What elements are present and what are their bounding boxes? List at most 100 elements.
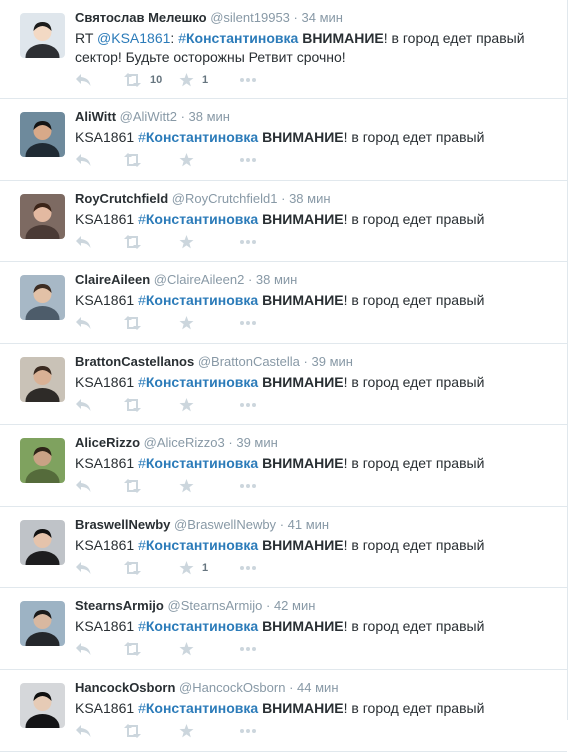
- more-button[interactable]: [239, 395, 257, 415]
- avatar[interactable]: [20, 683, 65, 728]
- tweet-timestamp[interactable]: 39 мин: [236, 435, 277, 450]
- reply-icon: [76, 725, 91, 737]
- tweet-hashtag-link[interactable]: #Константиновка: [138, 618, 258, 634]
- tweet-username[interactable]: @AliceRizzo3: [144, 435, 225, 450]
- reply-button[interactable]: [75, 232, 92, 252]
- tweet-username[interactable]: @RoyCrutchfield1: [172, 191, 278, 206]
- tweet-fullname[interactable]: AliWitt: [75, 109, 116, 124]
- favorite-button[interactable]: 1: [179, 70, 208, 90]
- retweet-button[interactable]: [123, 150, 150, 170]
- more-icon: [240, 403, 256, 407]
- tweet-text: KSA1861 #Константиновка ВНИМАНИЕ! в горо…: [75, 617, 559, 636]
- tweet-3[interactable]: RoyCrutchfield @RoyCrutchfield1 · 38 мин…: [0, 181, 567, 262]
- tweet-hashtag-symbol: #: [138, 455, 146, 471]
- favorite-button[interactable]: [179, 395, 202, 415]
- tweet-hashtag-link[interactable]: #Константиновка: [138, 700, 258, 716]
- favorite-button[interactable]: [179, 150, 202, 170]
- avatar[interactable]: [20, 601, 65, 646]
- tweet-6[interactable]: AliceRizzo @AliceRizzo3 · 39 мин KSA1861…: [0, 425, 567, 507]
- tweet-username[interactable]: @StearnsArmijo: [168, 598, 263, 613]
- tweet-hashtag-link[interactable]: #Константиновка: [138, 537, 258, 553]
- tweet-timestamp[interactable]: 42 мин: [274, 598, 315, 613]
- avatar[interactable]: [20, 438, 65, 483]
- more-button[interactable]: [239, 476, 257, 496]
- tweet-1[interactable]: Святослав Мелешко @silent19953 · 34 мин …: [0, 0, 567, 99]
- retweet-button[interactable]: [123, 558, 150, 578]
- retweet-icon: [124, 235, 141, 249]
- reply-button[interactable]: [75, 639, 92, 659]
- more-button[interactable]: [239, 721, 257, 741]
- tweet-4[interactable]: ClaireAileen @ClaireAileen2 · 38 мин KSA…: [0, 262, 567, 344]
- more-button[interactable]: [239, 558, 257, 578]
- more-button[interactable]: [239, 232, 257, 252]
- tweet-text: KSA1861 #Константиновка ВНИМАНИЕ! в горо…: [75, 699, 559, 718]
- retweet-button[interactable]: [123, 313, 150, 333]
- tweet-hashtag-symbol: #: [138, 211, 146, 227]
- retweet-button[interactable]: [123, 395, 150, 415]
- retweet-button[interactable]: 10: [123, 70, 162, 90]
- tweet-timestamp[interactable]: 38 мин: [189, 109, 230, 124]
- reply-button[interactable]: [75, 313, 92, 333]
- tweet-username[interactable]: @BrattonCastella: [198, 354, 300, 369]
- tweet-fullname[interactable]: RoyCrutchfield: [75, 191, 168, 206]
- avatar[interactable]: [20, 520, 65, 565]
- tweet-timestamp[interactable]: 38 мин: [289, 191, 330, 206]
- tweet-hashtag-link[interactable]: #Константиновка: [178, 30, 298, 46]
- tweet-hashtag-link[interactable]: #Константиновка: [138, 455, 258, 471]
- more-button[interactable]: [239, 313, 257, 333]
- tweet-timestamp[interactable]: 39 мин: [312, 354, 353, 369]
- tweet-fullname[interactable]: StearnsArmijo: [75, 598, 164, 613]
- tweet-fullname[interactable]: AliceRizzo: [75, 435, 140, 450]
- more-button[interactable]: [239, 70, 257, 90]
- more-button[interactable]: [239, 150, 257, 170]
- favorite-button[interactable]: [179, 476, 202, 496]
- tweet-header: BrattonCastellanos @BrattonCastella · 39…: [75, 354, 559, 370]
- favorite-button[interactable]: [179, 313, 202, 333]
- avatar[interactable]: [20, 112, 65, 157]
- retweet-button[interactable]: [123, 639, 150, 659]
- tweet-hashtag-link[interactable]: #Константиновка: [138, 211, 258, 227]
- tweet-timestamp[interactable]: 38 мин: [256, 272, 297, 287]
- tweet-fullname[interactable]: Святослав Мелешко: [75, 10, 207, 25]
- tweet-timestamp[interactable]: 44 мин: [297, 680, 338, 695]
- reply-button[interactable]: [75, 721, 92, 741]
- tweet-fullname[interactable]: ClaireAileen: [75, 272, 150, 287]
- tweet-fullname[interactable]: HancockOsborn: [75, 680, 175, 695]
- reply-button[interactable]: [75, 150, 92, 170]
- favorite-button[interactable]: 1: [179, 558, 208, 578]
- tweet-2[interactable]: AliWitt @AliWitt2 · 38 мин KSA1861 #Конс…: [0, 99, 567, 181]
- tweet-username[interactable]: @BraswellNewby: [174, 517, 276, 532]
- tweet-hashtag-link[interactable]: #Константиновка: [138, 129, 258, 145]
- reply-button[interactable]: [75, 70, 92, 90]
- favorite-button[interactable]: [179, 232, 202, 252]
- tweet-fullname[interactable]: BrattonCastellanos: [75, 354, 194, 369]
- favorite-button[interactable]: [179, 639, 202, 659]
- favorite-button[interactable]: [179, 721, 202, 741]
- reply-button[interactable]: [75, 476, 92, 496]
- tweet-7[interactable]: BraswellNewby @BraswellNewby · 41 мин KS…: [0, 507, 567, 588]
- tweet-9[interactable]: HancockOsborn @HancockOsborn · 44 мин KS…: [0, 670, 567, 752]
- tweet-username[interactable]: @silent19953: [210, 10, 290, 25]
- reply-button[interactable]: [75, 558, 92, 578]
- avatar[interactable]: [20, 275, 65, 320]
- tweet-fullname[interactable]: BraswellNewby: [75, 517, 170, 532]
- retweet-button[interactable]: [123, 721, 150, 741]
- more-button[interactable]: [239, 639, 257, 659]
- tweet-timestamp[interactable]: 41 мин: [288, 517, 329, 532]
- tweet-5[interactable]: BrattonCastellanos @BrattonCastella · 39…: [0, 344, 567, 425]
- tweet-hashtag-link[interactable]: #Константиновка: [138, 292, 258, 308]
- reply-button[interactable]: [75, 395, 92, 415]
- tweet-username[interactable]: @AliWitt2: [120, 109, 177, 124]
- star-icon: [179, 235, 194, 249]
- tweet-username[interactable]: @HancockOsborn: [179, 680, 285, 695]
- retweet-button[interactable]: [123, 476, 150, 496]
- tweet-username[interactable]: @ClaireAileen2: [154, 272, 245, 287]
- tweet-hashtag-link[interactable]: #Константиновка: [138, 374, 258, 390]
- tweet-mention-link[interactable]: @KSA1861: [97, 30, 170, 46]
- avatar[interactable]: [20, 194, 65, 239]
- avatar[interactable]: [20, 13, 65, 58]
- avatar[interactable]: [20, 357, 65, 402]
- retweet-button[interactable]: [123, 232, 150, 252]
- tweet-8[interactable]: StearnsArmijo @StearnsArmijo · 42 мин KS…: [0, 588, 567, 670]
- tweet-timestamp[interactable]: 34 мин: [302, 10, 343, 25]
